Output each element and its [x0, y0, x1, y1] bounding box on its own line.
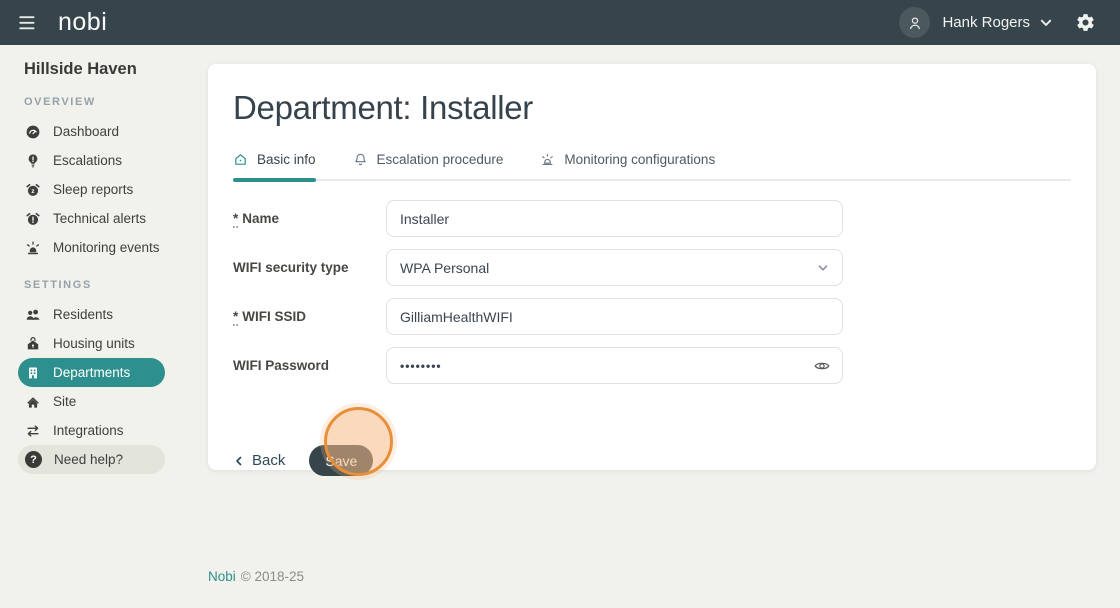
- need-help-label: Need help?: [54, 452, 123, 467]
- sidebar-item-dashboard[interactable]: Dashboard: [18, 117, 165, 146]
- svg-text:z: z: [31, 188, 34, 195]
- tab-label: Basic info: [257, 152, 316, 167]
- form-row-wifi-password: WIFI Password: [233, 347, 1071, 384]
- chevron-down-icon[interactable]: [1039, 16, 1053, 30]
- sidebar-item-label: Technical alerts: [53, 211, 146, 226]
- user-menu[interactable]: Hank Rogers: [899, 7, 1096, 38]
- sidebar-item-label: Integrations: [53, 423, 124, 438]
- select-value: WPA Personal: [400, 260, 817, 276]
- wifi-ssid-label: *WIFI SSID: [233, 309, 386, 324]
- sidebar-item-escalations[interactable]: Escalations: [18, 146, 165, 175]
- tab-divider: [233, 179, 1071, 181]
- tab-bar: Basic info Escalation procedure Monitori…: [233, 152, 1071, 167]
- house-outline-icon: [233, 152, 248, 167]
- sidebar-item-housing-units[interactable]: Housing units: [18, 329, 165, 358]
- sidebar-item-label: Housing units: [53, 336, 135, 351]
- footer-copyright: © 2018-25: [241, 569, 304, 584]
- wifi-password-input[interactable]: [386, 347, 843, 384]
- chevron-down-icon: [817, 262, 829, 274]
- alarm-clock-sleep-icon: z: [25, 182, 41, 198]
- chevron-left-icon: [233, 455, 245, 467]
- sidebar-item-label: Sleep reports: [53, 182, 133, 197]
- form-row-name: *Name: [233, 200, 1071, 237]
- question-icon: ?: [25, 451, 42, 468]
- swap-arrows-icon: [25, 423, 41, 439]
- need-help-button[interactable]: ? Need help?: [18, 445, 165, 474]
- wifi-password-field: [386, 347, 843, 384]
- alarm-clock-alert-icon: [25, 211, 41, 227]
- form-row-wifi-security-type: WIFI security type WPA Personal: [233, 249, 1071, 286]
- name-input[interactable]: [386, 200, 843, 237]
- house-lock-icon: [25, 336, 41, 352]
- sidebar-item-label: Dashboard: [53, 124, 119, 139]
- tab-basic-info[interactable]: Basic info: [233, 152, 316, 167]
- sidebar-item-label: Site: [53, 394, 76, 409]
- topbar: nobi Hank Rogers: [0, 0, 1120, 45]
- tab-monitoring-configurations[interactable]: Monitoring configurations: [540, 152, 715, 167]
- siren-outline-icon: [540, 152, 555, 167]
- bell-icon: [353, 152, 368, 167]
- tab-escalation-procedure[interactable]: Escalation procedure: [353, 152, 504, 167]
- page-title: Department: Installer: [233, 89, 1071, 127]
- user-avatar[interactable]: [899, 7, 930, 38]
- gear-icon[interactable]: [1075, 12, 1096, 33]
- dashboard-icon: [25, 124, 41, 140]
- active-tab-indicator: [233, 178, 316, 182]
- name-label: *Name: [233, 211, 386, 226]
- section-label-overview: OVERVIEW: [24, 96, 196, 108]
- wifi-security-type-label: WIFI security type: [233, 260, 386, 275]
- wifi-password-label: WIFI Password: [233, 358, 386, 373]
- required-mark: *: [233, 211, 238, 226]
- sidebar-item-site[interactable]: Site: [18, 387, 165, 416]
- user-name[interactable]: Hank Rogers: [942, 14, 1030, 31]
- sidebar-item-integrations[interactable]: Integrations: [18, 416, 165, 445]
- required-mark: *: [233, 309, 238, 324]
- department-detail-card: Department: Installer Basic info Escalat…: [208, 64, 1096, 470]
- site-name: Hillside Haven: [24, 60, 196, 79]
- sidebar-item-label: Escalations: [53, 153, 122, 168]
- form-actions: Back Save: [233, 445, 1071, 476]
- tab-label: Escalation procedure: [377, 152, 504, 167]
- sidebar-item-residents[interactable]: Residents: [18, 300, 165, 329]
- sidebar-item-monitoring-events[interactable]: Monitoring events: [18, 233, 165, 262]
- section-label-settings: SETTINGS: [24, 279, 196, 291]
- wifi-ssid-input[interactable]: [386, 298, 843, 335]
- footer-brand-link[interactable]: Nobi: [208, 569, 236, 584]
- sidebar-item-label: Residents: [53, 307, 113, 322]
- footer: Nobi © 2018-25: [208, 569, 304, 584]
- form-row-wifi-ssid: *WIFI SSID: [233, 298, 1071, 335]
- sidebar-item-sleep-reports[interactable]: z Sleep reports: [18, 175, 165, 204]
- siren-icon: [25, 240, 41, 256]
- sidebar-item-departments[interactable]: Departments: [18, 358, 165, 387]
- people-icon: [25, 307, 41, 323]
- back-button[interactable]: Back: [233, 452, 285, 469]
- escalations-bulb-icon: [25, 153, 41, 169]
- basic-info-form: *Name WIFI security type WPA Personal *W…: [233, 200, 1071, 384]
- sidebar-item-label: Departments: [53, 365, 130, 380]
- sidebar: Hillside Haven OVERVIEW Dashboard Escala…: [0, 45, 196, 474]
- eye-icon[interactable]: [813, 357, 831, 375]
- sidebar-item-label: Monitoring events: [53, 240, 160, 255]
- app-logo[interactable]: nobi: [58, 8, 107, 37]
- save-button[interactable]: Save: [309, 445, 373, 476]
- building-icon: [25, 365, 41, 381]
- back-label: Back: [252, 452, 285, 469]
- person-icon: [905, 13, 925, 33]
- wifi-security-type-select[interactable]: WPA Personal: [386, 249, 843, 286]
- tab-label: Monitoring configurations: [564, 152, 715, 167]
- sidebar-item-technical-alerts[interactable]: Technical alerts: [18, 204, 165, 233]
- hamburger-menu-icon[interactable]: [18, 15, 38, 31]
- house-icon: [25, 394, 41, 410]
